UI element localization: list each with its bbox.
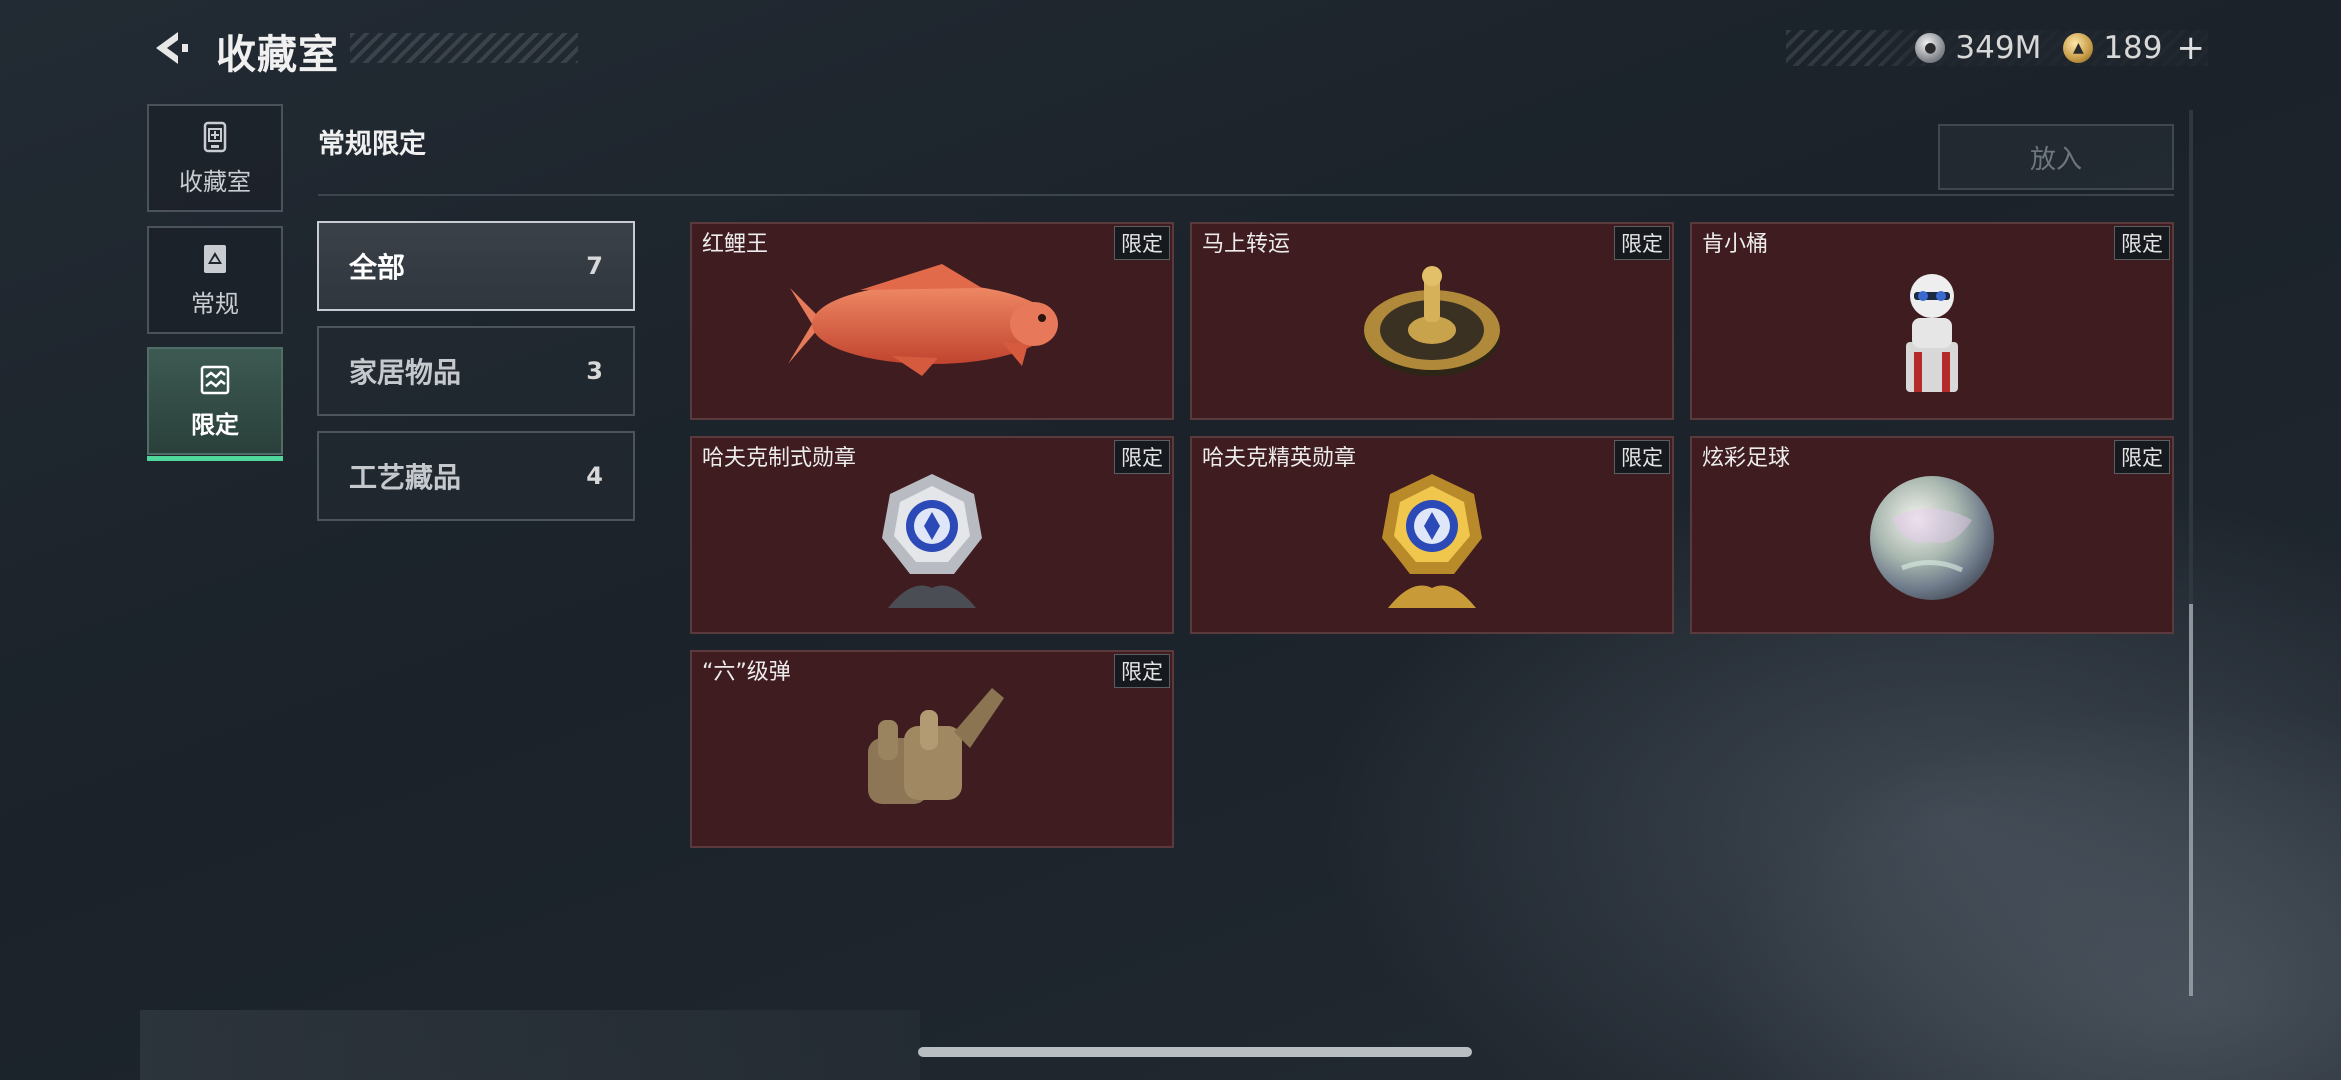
category-crafts[interactable]: 工艺藏品 4 bbox=[317, 431, 635, 521]
add-currency-button[interactable]: + bbox=[2177, 28, 2206, 68]
category-label: 家居物品 bbox=[349, 356, 462, 389]
category-count: 3 bbox=[586, 357, 603, 385]
limited-badge: 限定 bbox=[2114, 226, 2170, 260]
sidebar-item-label: 限定 bbox=[191, 410, 239, 439]
category-count: 7 bbox=[586, 252, 603, 280]
collection-item-football[interactable]: 炫彩足球 限定 bbox=[1690, 436, 2174, 634]
collection-item-carp[interactable]: 红鲤王 限定 bbox=[690, 222, 1174, 420]
limited-badge: 限定 bbox=[1614, 440, 1670, 474]
put-in-button[interactable]: 放入 bbox=[1938, 124, 2174, 190]
collection-item-compass[interactable]: 马上转运 限定 bbox=[1190, 222, 1674, 420]
back-button[interactable] bbox=[148, 26, 192, 70]
gold-balance: 189 bbox=[2103, 30, 2163, 66]
collection-item-colonel[interactable]: 肯小桶 限定 bbox=[1690, 222, 2174, 420]
limited-icon bbox=[200, 365, 230, 394]
collection-item-standard-medal[interactable]: 哈夫克制式勋章 限定 bbox=[690, 436, 1174, 634]
currency-gold: ▲ 189 + bbox=[2063, 28, 2205, 68]
currency-silver: ● 349M bbox=[1915, 30, 2041, 66]
category-label: 工艺藏品 bbox=[349, 461, 462, 494]
limited-badge: 限定 bbox=[1114, 440, 1170, 474]
page-title: 收藏室 bbox=[216, 32, 339, 78]
title-decoration bbox=[350, 33, 578, 63]
collection-item-elite-medal[interactable]: 哈夫克精英勋章 限定 bbox=[1190, 436, 1674, 634]
currency-group: ● 349M ▲ 189 + bbox=[1915, 28, 2205, 68]
category-count: 4 bbox=[586, 462, 603, 490]
category-label: 全部 bbox=[349, 251, 406, 284]
collection-item-hand-sign[interactable]: “六”级弹 限定 bbox=[690, 650, 1174, 848]
back-arrow-icon bbox=[156, 32, 188, 64]
vault-icon bbox=[203, 121, 227, 152]
card-icon bbox=[204, 244, 226, 273]
limited-badge: 限定 bbox=[1114, 654, 1170, 688]
item-name: 红鲤王 bbox=[702, 232, 769, 257]
top-bar: 收藏室 ● 349M ▲ 189 + bbox=[0, 0, 2341, 100]
item-name: 炫彩足球 bbox=[1702, 446, 1791, 471]
limited-badge: 限定 bbox=[1114, 226, 1170, 260]
sidebar-item-regular[interactable]: 常规 bbox=[147, 226, 283, 334]
item-name: 肯小桶 bbox=[1702, 232, 1769, 257]
sidebar-item-limited[interactable]: 限定 bbox=[147, 347, 283, 461]
sidebar-item-label: 常规 bbox=[191, 289, 239, 318]
silver-coin-icon: ● bbox=[1915, 33, 1946, 63]
scrollbar-thumb[interactable] bbox=[2189, 604, 2193, 996]
item-name: 马上转运 bbox=[1202, 232, 1291, 257]
limited-badge: 限定 bbox=[2114, 440, 2170, 474]
section-title: 常规限定 bbox=[318, 129, 426, 160]
silver-balance: 349M bbox=[1955, 30, 2042, 66]
item-name: “六”级弹 bbox=[702, 660, 791, 685]
sidebar-item-label: 收藏室 bbox=[179, 167, 251, 196]
item-name: 哈夫克精英勋章 bbox=[1202, 446, 1357, 471]
sidebar-item-vault[interactable]: 收藏室 bbox=[147, 104, 283, 212]
item-name: 哈夫克制式勋章 bbox=[702, 446, 857, 471]
limited-badge: 限定 bbox=[1614, 226, 1670, 260]
gold-coin-icon: ▲ bbox=[2063, 33, 2094, 63]
bottom-blur-overlay bbox=[140, 1010, 920, 1080]
section-divider bbox=[318, 194, 2174, 196]
home-indicator[interactable] bbox=[918, 1047, 1472, 1057]
category-home-items[interactable]: 家居物品 3 bbox=[317, 326, 635, 416]
category-all[interactable]: 全部 7 bbox=[317, 221, 635, 311]
